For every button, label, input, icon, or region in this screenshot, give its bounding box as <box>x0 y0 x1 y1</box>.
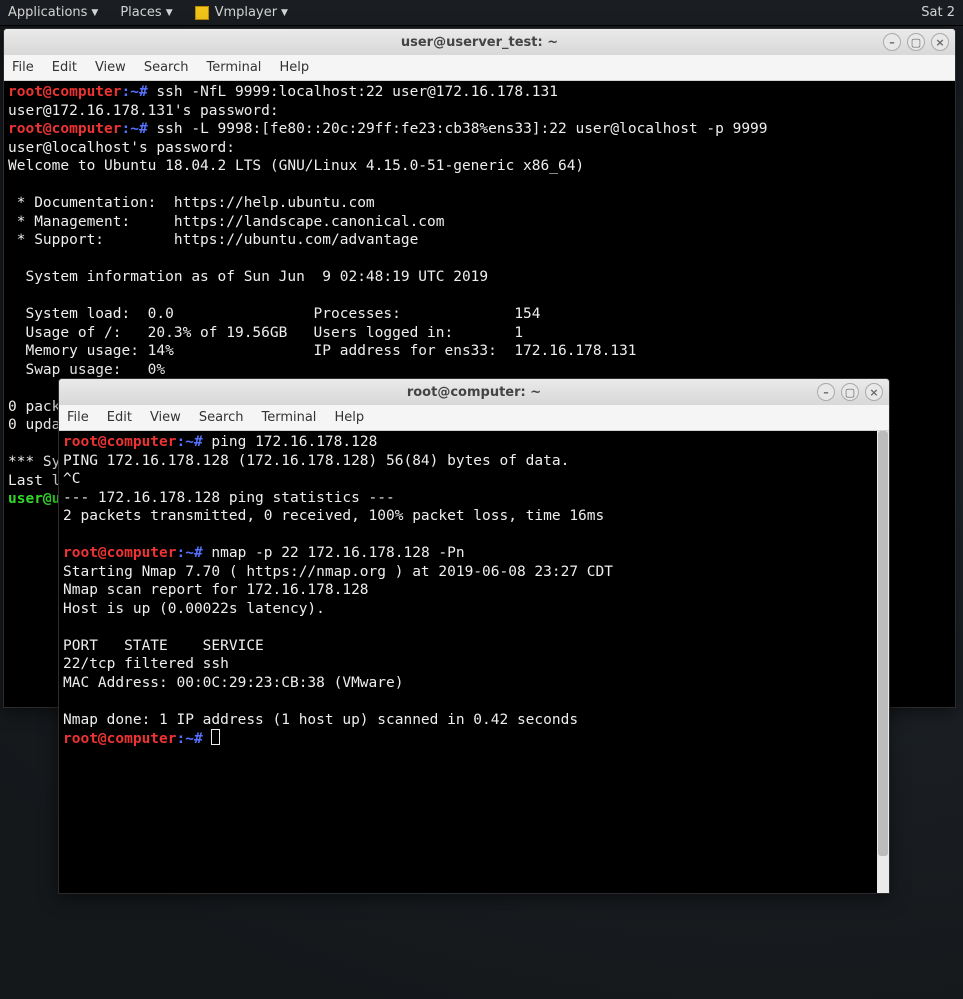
prompt-user-remote: user@u <box>8 491 60 507</box>
prompt-path: :~# <box>177 545 203 561</box>
terminal-line: Welcome to Ubuntu 18.04.2 LTS (GNU/Linux… <box>8 158 584 174</box>
command-text: nmap -p 22 172.16.178.128 -Pn <box>203 545 465 561</box>
menu-edit[interactable]: Edit <box>52 60 77 75</box>
window-title: user@userver_test: ~ <box>401 35 558 50</box>
top-panel: Applications ▼ Places ▼ Vmplayer ▼ Sat 2 <box>0 0 963 26</box>
desktop: user@userver_test: ~ – ▢ × File Edit Vie… <box>0 26 963 999</box>
dropdown-arrow-icon: ▼ <box>281 8 288 18</box>
prompt-path: :~# <box>177 434 203 450</box>
maximize-button[interactable]: ▢ <box>841 383 859 401</box>
prompt-host: computer <box>52 121 122 137</box>
menubar: File Edit View Search Terminal Help <box>59 405 889 431</box>
terminal-line: ^C <box>63 471 80 487</box>
prompt-user: root@ <box>63 545 107 561</box>
terminal-line: PORT STATE SERVICE <box>63 638 264 654</box>
terminal-line: user@localhost's password: <box>8 140 235 156</box>
close-button[interactable]: × <box>931 33 949 51</box>
terminal-line: 2 packets transmitted, 0 received, 100% … <box>63 508 604 524</box>
terminal-line: MAC Address: 00:0C:29:23:CB:38 (VMware) <box>63 675 403 691</box>
terminal-line: System information as of Sun Jun 9 02:48… <box>8 269 488 285</box>
scrollbar-thumb[interactable] <box>878 431 888 856</box>
scrollbar[interactable] <box>877 431 889 893</box>
terminal-line: Host is up (0.00022s latency). <box>63 601 325 617</box>
terminal-line: user@172.16.178.131's password: <box>8 103 279 119</box>
prompt-host: computer <box>52 84 122 100</box>
clock[interactable]: Sat 2 <box>921 5 955 20</box>
menu-help[interactable]: Help <box>334 410 364 425</box>
terminal-output[interactable]: root@computer:~# ping 172.16.178.128 PIN… <box>59 431 889 893</box>
applications-menu[interactable]: Applications ▼ <box>8 5 98 20</box>
prompt-host: computer <box>107 731 177 747</box>
command-text: ping 172.16.178.128 <box>203 434 378 450</box>
window-title: root@computer: ~ <box>407 385 541 400</box>
cursor-icon <box>211 729 220 745</box>
menubar: File Edit View Search Terminal Help <box>4 55 955 81</box>
terminal-line: 22/tcp filtered ssh <box>63 656 229 672</box>
terminal-line: Nmap done: 1 IP address (1 host up) scan… <box>63 712 578 728</box>
terminal-line: PING 172.16.178.128 (172.16.178.128) 56(… <box>63 453 569 469</box>
terminal-line: Memory usage: 14% IP address for ens33: … <box>8 343 637 359</box>
terminal-line: Swap usage: 0% <box>8 362 165 378</box>
command-text: ssh -NfL 9999:localhost:22 user@172.16.1… <box>148 84 558 100</box>
menu-terminal[interactable]: Terminal <box>206 60 261 75</box>
menu-terminal[interactable]: Terminal <box>261 410 316 425</box>
prompt-user: root@ <box>8 121 52 137</box>
terminal-window-local[interactable]: root@computer: ~ – ▢ × File Edit View Se… <box>58 378 890 894</box>
vmplayer-label: Vmplayer <box>215 5 277 20</box>
places-menu[interactable]: Places ▼ <box>120 5 172 20</box>
menu-file[interactable]: File <box>12 60 34 75</box>
prompt-host: computer <box>107 434 177 450</box>
menu-search[interactable]: Search <box>199 410 244 425</box>
terminal-line: * Documentation: https://help.ubuntu.com <box>8 195 375 211</box>
dropdown-arrow-icon: ▼ <box>166 8 173 18</box>
prompt-path: :~# <box>122 121 148 137</box>
terminal-line: --- 172.16.178.128 ping statistics --- <box>63 490 395 506</box>
terminal-line: Usage of /: 20.3% of 19.56GB Users logge… <box>8 325 523 341</box>
applications-label: Applications <box>8 5 87 20</box>
close-button[interactable]: × <box>865 383 883 401</box>
places-label: Places <box>120 5 161 20</box>
dropdown-arrow-icon: ▼ <box>91 8 98 18</box>
prompt-user: root@ <box>63 731 107 747</box>
terminal-line: Nmap scan report for 172.16.178.128 <box>63 582 369 598</box>
menu-view[interactable]: View <box>150 410 181 425</box>
terminal-line: * Support: https://ubuntu.com/advantage <box>8 232 418 248</box>
titlebar[interactable]: user@userver_test: ~ – ▢ × <box>4 29 955 55</box>
minimize-button[interactable]: – <box>817 383 835 401</box>
prompt-path: :~# <box>177 731 203 747</box>
vmplayer-icon <box>195 6 209 20</box>
minimize-button[interactable]: – <box>883 33 901 51</box>
terminal-line: Starting Nmap 7.70 ( https://nmap.org ) … <box>63 564 613 580</box>
menu-edit[interactable]: Edit <box>107 410 132 425</box>
menu-view[interactable]: View <box>95 60 126 75</box>
prompt-user: root@ <box>63 434 107 450</box>
menu-search[interactable]: Search <box>144 60 189 75</box>
menu-help[interactable]: Help <box>279 60 309 75</box>
menu-file[interactable]: File <box>67 410 89 425</box>
command-text: ssh -L 9998:[fe80::20c:29ff:fe23:cb38%en… <box>148 121 768 137</box>
terminal-line: System load: 0.0 Processes: 154 <box>8 306 541 322</box>
terminal-line: * Management: https://landscape.canonica… <box>8 214 445 230</box>
prompt-user: root@ <box>8 84 52 100</box>
titlebar[interactable]: root@computer: ~ – ▢ × <box>59 379 889 405</box>
maximize-button[interactable]: ▢ <box>907 33 925 51</box>
prompt-path: :~# <box>122 84 148 100</box>
prompt-host: computer <box>107 545 177 561</box>
vmplayer-menu[interactable]: Vmplayer ▼ <box>195 5 288 20</box>
